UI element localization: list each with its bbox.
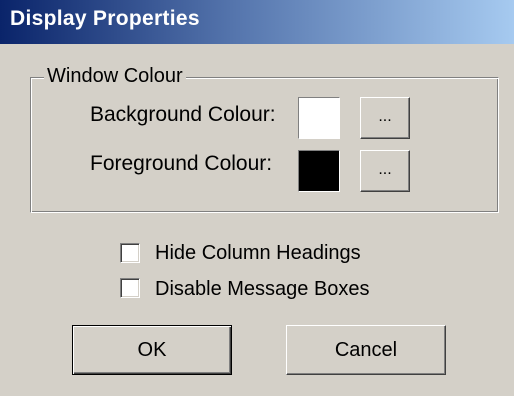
foreground-colour-browse-button[interactable]: ...	[360, 150, 410, 192]
foreground-colour-swatch	[298, 150, 340, 192]
window-title: Display Properties	[10, 7, 200, 30]
background-colour-swatch	[298, 97, 340, 139]
window-colour-group	[30, 77, 499, 213]
disable-message-boxes-checkbox[interactable]	[120, 278, 140, 298]
hide-column-headings-label[interactable]: Hide Column Headings	[155, 239, 361, 267]
cancel-button[interactable]: Cancel	[286, 325, 446, 375]
display-properties-dialog: Display Properties Window Colour Backgro…	[0, 0, 514, 396]
window-colour-group-label: Window Colour	[44, 62, 186, 90]
ok-button[interactable]: OK	[72, 325, 232, 375]
background-colour-label: Background Colour:	[90, 103, 276, 126]
hide-column-headings-checkbox[interactable]	[120, 243, 140, 263]
title-bar[interactable]: Display Properties	[0, 0, 514, 44]
disable-message-boxes-label[interactable]: Disable Message Boxes	[155, 275, 370, 303]
background-colour-browse-button[interactable]: ...	[360, 97, 410, 139]
foreground-colour-label: Foreground Colour:	[90, 152, 273, 175]
